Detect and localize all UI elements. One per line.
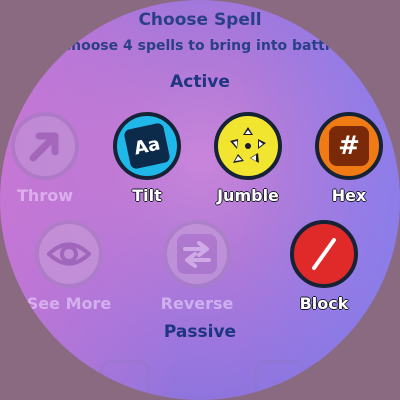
passive-spell-hint[interactable] xyxy=(254,360,304,400)
arrow-up-right-icon xyxy=(11,112,79,180)
scatter-arrows-icon xyxy=(214,112,282,180)
slash-icon xyxy=(290,220,358,288)
passive-spell-hint[interactable] xyxy=(100,360,150,400)
spell-label: Hex xyxy=(331,186,367,205)
hash-icon: # xyxy=(315,112,383,180)
spell-label: Tilt xyxy=(132,186,162,205)
spell-label: Reverse xyxy=(160,294,234,313)
swap-arrows-icon xyxy=(163,220,231,288)
spell-label: Throw xyxy=(17,186,73,205)
spell-label: See More xyxy=(26,294,112,313)
spell-hex[interactable]: # Hex xyxy=(306,112,392,205)
spell-selection-dial: Choose Spell Choose 4 spells to bring in… xyxy=(0,0,400,400)
spell-label: Block xyxy=(299,294,349,313)
aa-icon: Aa xyxy=(113,112,181,180)
eye-icon xyxy=(35,220,103,288)
spell-reverse[interactable]: Reverse xyxy=(154,220,240,313)
section-label-passive: Passive xyxy=(163,322,237,342)
hash-icon-text: # xyxy=(338,131,360,161)
spell-throw[interactable]: Throw xyxy=(2,112,88,205)
aa-icon-text: Aa xyxy=(132,133,162,159)
spell-tilt[interactable]: Aa Tilt xyxy=(104,112,190,205)
page-subtitle: Choose 4 spells to bring into battle xyxy=(60,38,340,54)
spell-label: Jumble xyxy=(217,186,279,205)
section-label-active: Active xyxy=(170,72,230,92)
page-title: Choose Spell xyxy=(138,10,262,30)
spell-jumble[interactable]: Jumble xyxy=(205,112,291,205)
spell-block[interactable]: Block xyxy=(281,220,367,313)
spell-see-more[interactable]: See More xyxy=(26,220,112,313)
